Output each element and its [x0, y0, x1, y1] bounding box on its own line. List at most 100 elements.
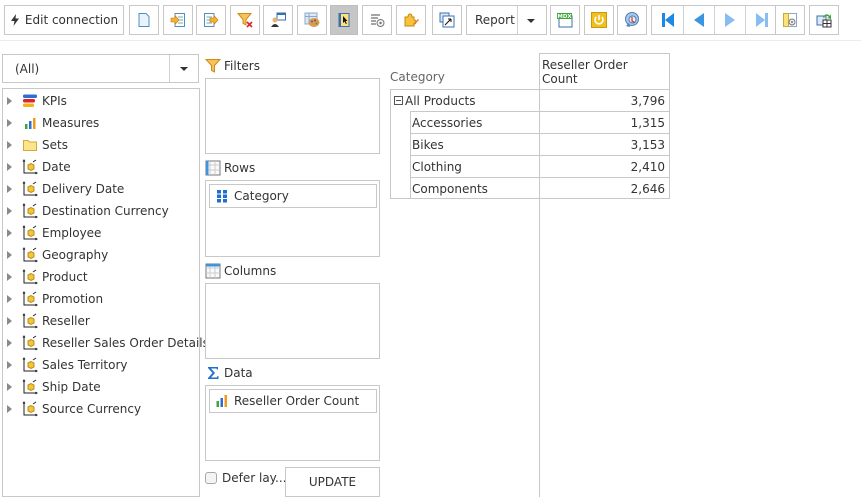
- field-item-date[interactable]: Date: [3, 156, 199, 178]
- defer-layout-checkbox[interactable]: [205, 472, 217, 484]
- expand-arrow-icon[interactable]: [7, 273, 12, 281]
- drill-mode-button[interactable]: [617, 5, 647, 35]
- defer-layout-update: Defer lay...: [205, 471, 287, 485]
- field-item-measures[interactable]: Measures: [3, 112, 199, 134]
- user-settings-button[interactable]: [263, 5, 293, 35]
- field-filter-select[interactable]: (All): [2, 54, 199, 83]
- field-item-label: KPIs: [42, 94, 67, 108]
- field-item-delivery-date[interactable]: Delivery Date: [3, 178, 199, 200]
- chevron-down-icon[interactable]: [169, 55, 198, 82]
- row-all-products[interactable]: All Products: [390, 89, 540, 111]
- expand-arrow-icon[interactable]: [7, 251, 12, 259]
- first-page-button[interactable]: [652, 6, 684, 34]
- user-grid-icon: [271, 12, 286, 27]
- expand-arrow-icon[interactable]: [7, 207, 12, 215]
- field-list-toggle-button[interactable]: [330, 5, 358, 35]
- report-dropdown[interactable]: Report: [466, 5, 547, 35]
- measures-icon: [22, 115, 38, 131]
- expand-arrow-icon[interactable]: [7, 97, 12, 105]
- field-item-label: Measures: [42, 116, 100, 130]
- row-label: Accessories: [412, 115, 483, 130]
- dimension-icon: [22, 291, 38, 307]
- expand-arrow-icon[interactable]: [7, 229, 12, 237]
- filter-clear-icon: [237, 13, 253, 28]
- panel-settings-button[interactable]: [775, 5, 805, 35]
- field-item-employee[interactable]: Employee: [3, 222, 199, 244]
- puzzle-edit-icon: [404, 13, 419, 27]
- row-label: Components: [412, 181, 488, 196]
- edit-connection-button[interactable]: Edit connection: [4, 5, 124, 35]
- plugins-button[interactable]: [396, 5, 426, 35]
- expand-arrow-icon[interactable]: [7, 141, 12, 149]
- row-bikes[interactable]: Bikes: [411, 133, 540, 155]
- data-field-reseller-order-count[interactable]: Reseller Order Count: [209, 389, 377, 413]
- field-item-reseller-sales-order-details[interactable]: Reseller Sales Order Details: [3, 332, 209, 354]
- field-item-label: Reseller: [42, 314, 90, 328]
- expand-arrow-icon[interactable]: [7, 361, 12, 369]
- field-item-kpis[interactable]: KPIs: [3, 90, 199, 112]
- options-button[interactable]: [362, 5, 392, 35]
- expand-arrow-icon[interactable]: [7, 163, 12, 171]
- rows-field-category[interactable]: Category: [209, 184, 377, 208]
- row-accessories[interactable]: Accessories: [411, 111, 540, 133]
- field-item-label: Product: [42, 270, 88, 284]
- expand-arrow-icon[interactable]: [7, 405, 12, 413]
- layout-style-button[interactable]: [297, 5, 327, 35]
- import-report-button[interactable]: [163, 5, 193, 35]
- field-item-ship-date[interactable]: Ship Date: [3, 376, 199, 398]
- svg-text:MDX: MDX: [557, 14, 572, 20]
- dimension-icon: [22, 379, 38, 395]
- row-components[interactable]: Components: [411, 177, 540, 199]
- value-cell: 3,796: [540, 89, 670, 111]
- refresh-data-button[interactable]: [809, 5, 839, 35]
- export-report-button[interactable]: [196, 5, 226, 35]
- dimension-icon: [22, 159, 38, 175]
- field-item-label: Reseller Sales Order Details: [42, 336, 209, 350]
- row-header-category[interactable]: Category: [390, 70, 445, 84]
- columns-area-title: Columns: [205, 263, 276, 279]
- settings-list-icon: [371, 14, 385, 27]
- pivot-swap-button[interactable]: [432, 5, 462, 35]
- clear-filters-button[interactable]: [230, 5, 260, 35]
- row-bottom-border: [390, 198, 540, 199]
- field-item-destination-currency[interactable]: Destination Currency: [3, 200, 199, 222]
- expand-arrow-icon[interactable]: [7, 185, 12, 193]
- field-item-label: Ship Date: [42, 380, 101, 394]
- row-clothing[interactable]: Clothing: [411, 155, 540, 177]
- power-button[interactable]: [584, 5, 614, 35]
- field-item-sets[interactable]: Sets: [3, 134, 199, 156]
- column-header-measure[interactable]: Reseller Order Count: [539, 53, 670, 89]
- last-page-button[interactable]: [746, 6, 777, 34]
- expand-arrow-icon[interactable]: [7, 119, 12, 127]
- dimension-icon: [22, 203, 38, 219]
- columns-area-label: Columns: [224, 264, 277, 278]
- next-page-button[interactable]: [715, 6, 746, 34]
- expand-arrow-icon[interactable]: [7, 317, 12, 325]
- field-item-product[interactable]: Product: [3, 266, 199, 288]
- expand-arrow-icon[interactable]: [7, 295, 12, 303]
- columns-drop-area[interactable]: [205, 283, 380, 359]
- rows-drop-area[interactable]: Category: [205, 180, 380, 257]
- field-item-sales-territory[interactable]: Sales Territory: [3, 354, 199, 376]
- import-arrow-icon: [170, 13, 185, 27]
- data-drop-area[interactable]: Reseller Order Count: [205, 385, 380, 461]
- field-item-geography[interactable]: Geography: [3, 244, 199, 266]
- expand-arrow-icon[interactable]: [7, 339, 12, 347]
- prev-page-button[interactable]: [684, 6, 715, 34]
- chevron-down-icon[interactable]: [527, 19, 535, 23]
- dimension-icon: [22, 269, 38, 285]
- field-item-promotion[interactable]: Promotion: [3, 288, 199, 310]
- columns-grid-icon: [205, 263, 221, 279]
- expand-arrow-icon[interactable]: [7, 383, 12, 391]
- field-item-source-currency[interactable]: Source Currency: [3, 398, 199, 420]
- field-item-reseller[interactable]: Reseller: [3, 310, 199, 332]
- panel-gear-icon: [783, 13, 797, 27]
- filters-drop-area[interactable]: [205, 78, 380, 154]
- new-report-button[interactable]: [129, 5, 159, 35]
- mdx-button[interactable]: MDX: [550, 5, 580, 35]
- kpi-icon: [22, 93, 38, 109]
- folder-icon: [22, 137, 38, 153]
- collapse-icon[interactable]: [394, 96, 403, 105]
- update-button[interactable]: UPDATE: [285, 467, 380, 497]
- rows-grid-icon: [205, 160, 221, 176]
